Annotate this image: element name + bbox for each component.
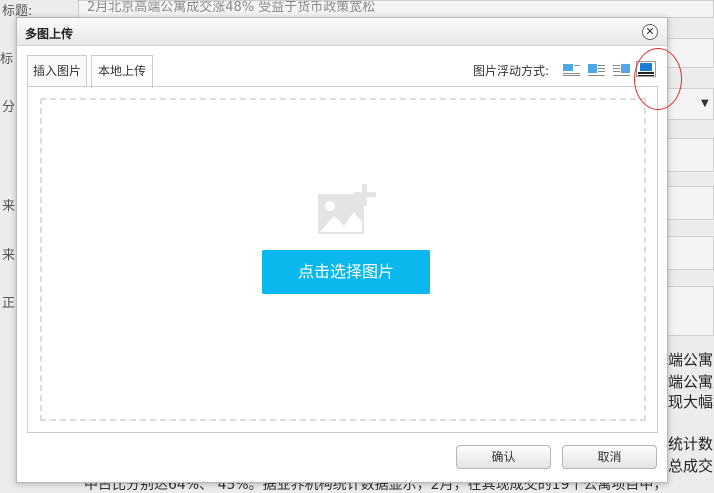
close-icon[interactable]: ✕ [642, 24, 658, 40]
side-label: 来 [2, 199, 16, 214]
upload-panel: 点击选择图片 [27, 86, 658, 433]
dialog-header: 多图上传 ✕ [17, 18, 667, 46]
side-label: 来 [2, 248, 16, 263]
float-left-icon[interactable] [586, 61, 606, 77]
float-mode-label: 图片浮动方式: [473, 64, 550, 78]
side-label: 标 [0, 52, 14, 67]
image-drop-zone[interactable]: 点击选择图片 [40, 98, 646, 421]
title-input[interactable]: 2月北京高端公寓成交涨48% 受益于货币政策宽松 [78, 0, 714, 18]
dialog-title: 多图上传 [25, 27, 74, 41]
annotation-circle [634, 48, 682, 110]
tab-insert-image[interactable]: 插入图片 [27, 55, 87, 87]
chevron-down-icon: ▼ [701, 98, 709, 109]
article-text: 端公寓 [668, 351, 714, 369]
cancel-button[interactable]: 取消 [562, 445, 657, 469]
article-text: 统计数 [668, 435, 714, 453]
float-right-icon[interactable] [611, 61, 631, 77]
article-text: 端公寓产 [668, 373, 714, 391]
tab-local-upload[interactable]: 本地上传 [91, 55, 153, 88]
article-text: 现大幅地 [668, 393, 714, 411]
add-image-icon [318, 184, 376, 234]
select-image-button[interactable]: 点击选择图片 [262, 250, 430, 294]
multi-image-upload-dialog: 多图上传 ✕ 插入图片 本地上传 图片浮动方式: 点击选择图片 确认 取消 [16, 17, 668, 483]
side-label: 分 [2, 100, 16, 115]
confirm-button[interactable]: 确认 [456, 445, 551, 469]
float-none-icon[interactable] [561, 61, 581, 77]
side-label: 正 [2, 296, 16, 311]
